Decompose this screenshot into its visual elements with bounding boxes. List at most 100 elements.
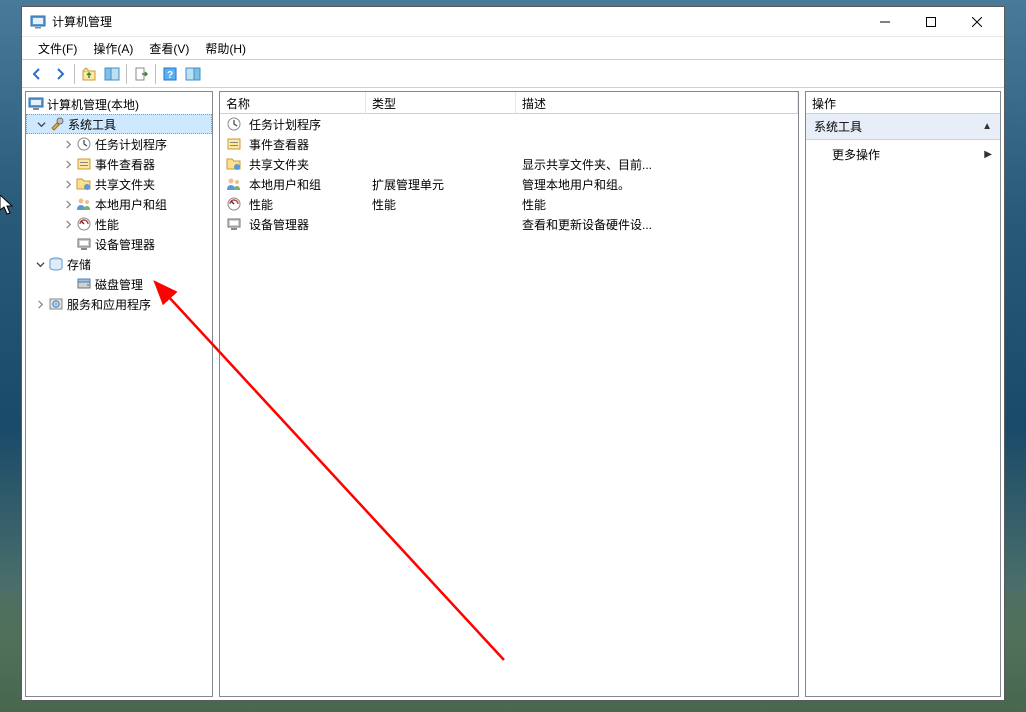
tree-shared-folders-label: 共享文件夹: [95, 176, 155, 193]
item-name: 共享文件夹: [249, 156, 309, 173]
tree-event-viewer[interactable]: 事件查看器: [26, 154, 212, 174]
item-desc: 性能: [516, 196, 798, 213]
list-item[interactable]: 设备管理器 查看和更新设备硬件设...: [220, 214, 798, 234]
tree-performance[interactable]: 性能: [26, 214, 212, 234]
help-button[interactable]: ?: [159, 63, 181, 85]
tools-icon: [49, 116, 65, 132]
minimize-button[interactable]: [862, 7, 908, 37]
device-icon: [76, 236, 92, 252]
users-icon: [226, 176, 242, 192]
disk-icon: [76, 276, 92, 292]
list-item[interactable]: 任务计划程序: [220, 114, 798, 134]
menu-action[interactable]: 操作(A): [85, 38, 141, 59]
action-header: 操作: [806, 92, 1000, 114]
list-pane[interactable]: 名称 类型 描述 任务计划程序 事件查看器 共享文件夹 显示: [219, 91, 799, 697]
tree-local-users-label: 本地用户和组: [95, 196, 167, 213]
menu-help[interactable]: 帮助(H): [197, 38, 254, 59]
chevron-right-icon[interactable]: [60, 196, 76, 212]
content-area: 计算机管理(本地) 系统工具 任务计划程序 事件查看器: [22, 87, 1004, 700]
chevron-right-icon[interactable]: [60, 156, 76, 172]
item-desc: 查看和更新设备硬件设...: [516, 216, 798, 233]
export-button[interactable]: [130, 63, 152, 85]
col-type[interactable]: 类型: [366, 92, 516, 113]
list-item[interactable]: 事件查看器: [220, 134, 798, 154]
list-body: 任务计划程序 事件查看器 共享文件夹 显示共享文件夹、目前... 本地用户和组 …: [220, 114, 798, 696]
tree-performance-label: 性能: [95, 216, 119, 233]
action-more-label: 更多操作: [832, 146, 880, 163]
tree-shared-folders[interactable]: 共享文件夹: [26, 174, 212, 194]
tree-event-viewer-label: 事件查看器: [95, 156, 155, 173]
action-pane[interactable]: 操作 系统工具 ▲ 更多操作 ▶: [805, 91, 1001, 697]
caret-up-icon: ▲: [982, 121, 992, 132]
item-type: 扩展管理单元: [366, 176, 516, 193]
computer-management-window: 计算机管理 文件(F) 操作(A) 查看(V) 帮助(H) ? 计算机管理(本地…: [21, 6, 1005, 701]
tree-device-manager[interactable]: 设备管理器: [26, 234, 212, 254]
action-section[interactable]: 系统工具 ▲: [806, 114, 1000, 140]
shared-folder-icon: [226, 156, 242, 172]
title-bar[interactable]: 计算机管理: [22, 7, 1004, 37]
item-desc: 显示共享文件夹、目前...: [516, 156, 798, 173]
item-name: 本地用户和组: [249, 176, 321, 193]
list-item[interactable]: 共享文件夹 显示共享文件夹、目前...: [220, 154, 798, 174]
close-button[interactable]: [954, 7, 1000, 37]
chevron-down-icon[interactable]: [32, 256, 48, 272]
services-icon: [48, 296, 64, 312]
tree-disk-management-label: 磁盘管理: [95, 276, 143, 293]
maximize-button[interactable]: [908, 7, 954, 37]
app-icon: [30, 14, 46, 30]
menu-bar: 文件(F) 操作(A) 查看(V) 帮助(H): [22, 37, 1004, 59]
tree-task-scheduler-label: 任务计划程序: [95, 136, 167, 153]
list-item[interactable]: 本地用户和组 扩展管理单元 管理本地用户和组。: [220, 174, 798, 194]
tree-device-manager-label: 设备管理器: [95, 236, 155, 253]
back-button[interactable]: [26, 63, 48, 85]
computer-icon: [28, 96, 44, 112]
menu-file[interactable]: 文件(F): [30, 38, 85, 59]
chevron-down-icon[interactable]: [33, 116, 49, 132]
tree-storage[interactable]: 存储: [26, 254, 212, 274]
action-more[interactable]: 更多操作 ▶: [806, 140, 1000, 167]
toolbar: ?: [22, 59, 1004, 87]
item-name: 设备管理器: [249, 216, 309, 233]
item-name: 任务计划程序: [249, 116, 321, 133]
tree-pane[interactable]: 计算机管理(本地) 系统工具 任务计划程序 事件查看器: [25, 91, 213, 697]
svg-text:?: ?: [167, 70, 173, 81]
window-title: 计算机管理: [52, 13, 112, 30]
show-hide-tree-button[interactable]: [101, 63, 123, 85]
show-hide-action-button[interactable]: [182, 63, 204, 85]
caret-right-icon: ▶: [984, 149, 992, 160]
performance-icon: [226, 196, 242, 212]
tree-services-apps-label: 服务和应用程序: [67, 296, 151, 313]
tree-services-apps[interactable]: 服务和应用程序: [26, 294, 212, 314]
list-header: 名称 类型 描述: [220, 92, 798, 114]
tree-system-tools-label: 系统工具: [68, 116, 116, 133]
item-desc: 管理本地用户和组。: [516, 176, 798, 193]
tree-root[interactable]: 计算机管理(本地): [26, 94, 212, 114]
forward-button[interactable]: [49, 63, 71, 85]
item-name: 事件查看器: [249, 136, 309, 153]
shared-folder-icon: [76, 176, 92, 192]
chevron-right-icon[interactable]: [60, 216, 76, 232]
item-type: 性能: [366, 196, 516, 213]
item-name: 性能: [249, 196, 273, 213]
tree-root-label: 计算机管理(本地): [47, 96, 139, 113]
chevron-right-icon[interactable]: [60, 136, 76, 152]
action-section-label: 系统工具: [814, 118, 862, 135]
users-icon: [76, 196, 92, 212]
event-icon: [226, 136, 242, 152]
list-item[interactable]: 性能 性能 性能: [220, 194, 798, 214]
tree-storage-label: 存储: [67, 256, 91, 273]
clock-icon: [76, 136, 92, 152]
col-desc[interactable]: 描述: [516, 92, 798, 113]
tree-disk-management[interactable]: 磁盘管理: [26, 274, 212, 294]
tree-task-scheduler[interactable]: 任务计划程序: [26, 134, 212, 154]
chevron-right-icon[interactable]: [32, 296, 48, 312]
tree-system-tools[interactable]: 系统工具: [26, 114, 212, 134]
menu-view[interactable]: 查看(V): [141, 38, 197, 59]
event-icon: [76, 156, 92, 172]
device-icon: [226, 216, 242, 232]
tree-local-users[interactable]: 本地用户和组: [26, 194, 212, 214]
clock-icon: [226, 116, 242, 132]
col-name[interactable]: 名称: [220, 92, 366, 113]
chevron-right-icon[interactable]: [60, 176, 76, 192]
up-button[interactable]: [78, 63, 100, 85]
